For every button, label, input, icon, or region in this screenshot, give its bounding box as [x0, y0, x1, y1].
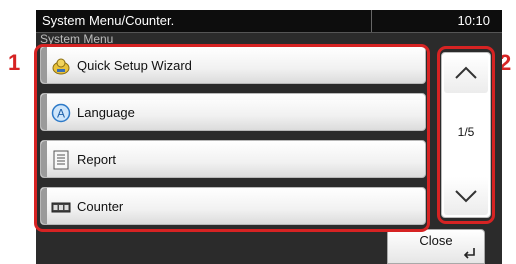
page-indicator: 1/5: [457, 125, 475, 139]
enter-icon: [463, 248, 475, 259]
page-scroller: 1/5: [441, 52, 491, 218]
callout-number-1: 1: [8, 50, 21, 75]
title-divider: [371, 10, 372, 32]
clock: 10:10: [457, 13, 490, 28]
scroll-down-button[interactable]: [444, 177, 488, 215]
screen-title: System Menu/Counter.: [42, 13, 175, 28]
close-button[interactable]: Close: [387, 229, 485, 264]
callout-frame-1: [34, 44, 430, 232]
close-button-label: Close: [419, 233, 453, 248]
chevron-down-icon: [455, 190, 477, 203]
scroll-up-button[interactable]: [444, 55, 488, 93]
chevron-up-icon: [455, 66, 477, 79]
title-bar: System Menu/Counter. 10:10: [36, 10, 502, 33]
